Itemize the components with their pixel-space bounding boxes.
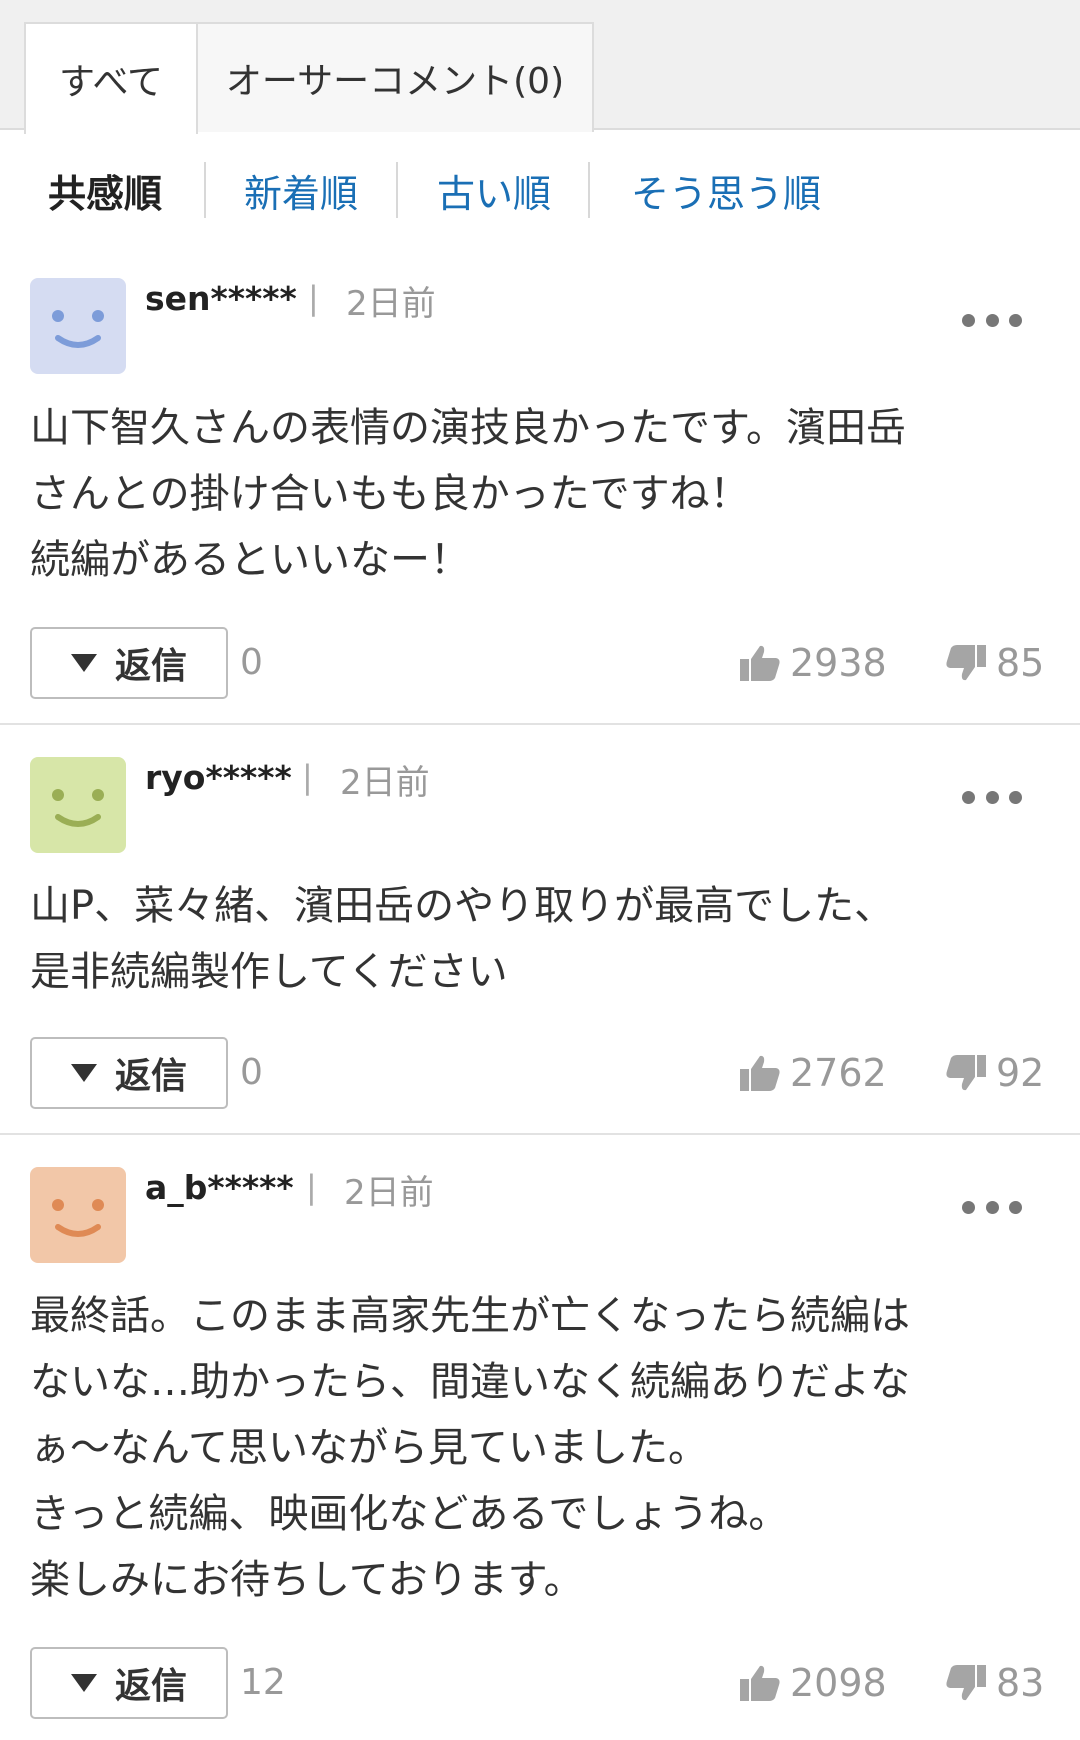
comment-text: 山下智久さんの表情の演技良かったです。濱田岳 さんとの掛け合いもも良かったですね… [30, 405, 906, 583]
comment-text: 山P、菜々緒、濱田岳のやり取りが最高でした、 是非続編製作してください [30, 883, 895, 995]
like-button[interactable]: 2938 [738, 641, 887, 685]
post-time: 2日前 [340, 763, 430, 803]
like-count: 2098 [790, 1661, 887, 1705]
thumbs-down-icon [946, 1665, 986, 1701]
comment-item: sen***** | 2日前 山下智久さんの表情の演技良かったです。濱田岳 さん… [0, 245, 1080, 725]
smiley-face-icon [52, 789, 104, 827]
like-button[interactable]: 2762 [738, 1051, 887, 1095]
sort-divider [204, 162, 206, 218]
post-time: 2日前 [344, 1173, 434, 1213]
more-dots-icon[interactable] [962, 1195, 1022, 1219]
dislike-count: 92 [996, 1051, 1045, 1095]
comment-item: ryo***** | 2日前 山P、菜々緒、濱田岳のやり取りが最高でした、 是非… [0, 725, 1080, 1135]
sort-empathy[interactable]: 共感順 [30, 150, 180, 230]
sort-divider [588, 162, 590, 218]
reply-count: 0 [240, 1052, 263, 1093]
triangle-down-icon [70, 654, 97, 672]
thumbs-down-icon [946, 645, 986, 681]
tab-all[interactable]: すべて [24, 22, 198, 134]
sort-oldest[interactable]: 古い順 [418, 150, 570, 230]
dislike-count: 83 [996, 1661, 1045, 1705]
meta-divider: | [302, 758, 313, 796]
reply-count: 12 [240, 1662, 286, 1703]
comment-item: a_b***** | 2日前 最終話。このまま高家先生が亡くなったら続編は ない… [0, 1135, 1080, 1740]
tab-bar: すべて オーサーコメント(0) [0, 0, 1080, 134]
username[interactable]: ryo***** [145, 758, 292, 797]
thumbs-up-icon [740, 1665, 780, 1701]
reply-button[interactable]: 返信 [30, 627, 228, 699]
reply-button[interactable]: 返信 [30, 1647, 228, 1719]
reply-label: 返信 [114, 646, 187, 687]
reply-count: 0 [240, 642, 263, 683]
reply-label: 返信 [114, 1056, 187, 1097]
more-dots-icon[interactable] [962, 785, 1022, 809]
triangle-down-icon [70, 1674, 97, 1692]
like-button[interactable]: 2098 [738, 1661, 887, 1705]
dislike-count: 85 [996, 641, 1045, 685]
avatar[interactable] [30, 1167, 126, 1263]
thumbs-up-icon [740, 1055, 780, 1091]
sort-agree[interactable]: そう思う順 [612, 150, 840, 230]
avatar[interactable] [30, 278, 126, 374]
like-count: 2762 [790, 1051, 887, 1095]
thumbs-down-icon [946, 1055, 986, 1091]
dislike-button[interactable]: 85 [944, 641, 1044, 685]
sort-divider [396, 162, 398, 218]
reply-button[interactable]: 返信 [30, 1037, 228, 1109]
thumbs-up-icon [740, 645, 780, 681]
meta-divider: | [306, 1168, 317, 1206]
sort-options: 共感順 新着順 古い順 そう思う順 [0, 150, 1080, 230]
username[interactable]: sen***** [145, 279, 297, 318]
dislike-button[interactable]: 92 [944, 1051, 1044, 1095]
post-time: 2日前 [346, 284, 436, 324]
triangle-down-icon [70, 1064, 97, 1082]
smiley-face-icon [52, 310, 104, 348]
sort-newest[interactable]: 新着順 [226, 150, 376, 230]
dislike-button[interactable]: 83 [944, 1661, 1044, 1705]
like-count: 2938 [790, 641, 887, 685]
tab-author-comments[interactable]: オーサーコメント(0) [196, 22, 594, 132]
avatar[interactable] [30, 757, 126, 853]
smiley-face-icon [52, 1199, 104, 1237]
comment-text: 最終話。このまま高家先生が亡くなったら続編は ないな…助かったら、間違いなく続編… [30, 1293, 910, 1603]
meta-divider: | [308, 279, 319, 317]
reply-label: 返信 [114, 1666, 187, 1707]
more-dots-icon[interactable] [962, 308, 1022, 332]
username[interactable]: a_b***** [145, 1168, 294, 1207]
